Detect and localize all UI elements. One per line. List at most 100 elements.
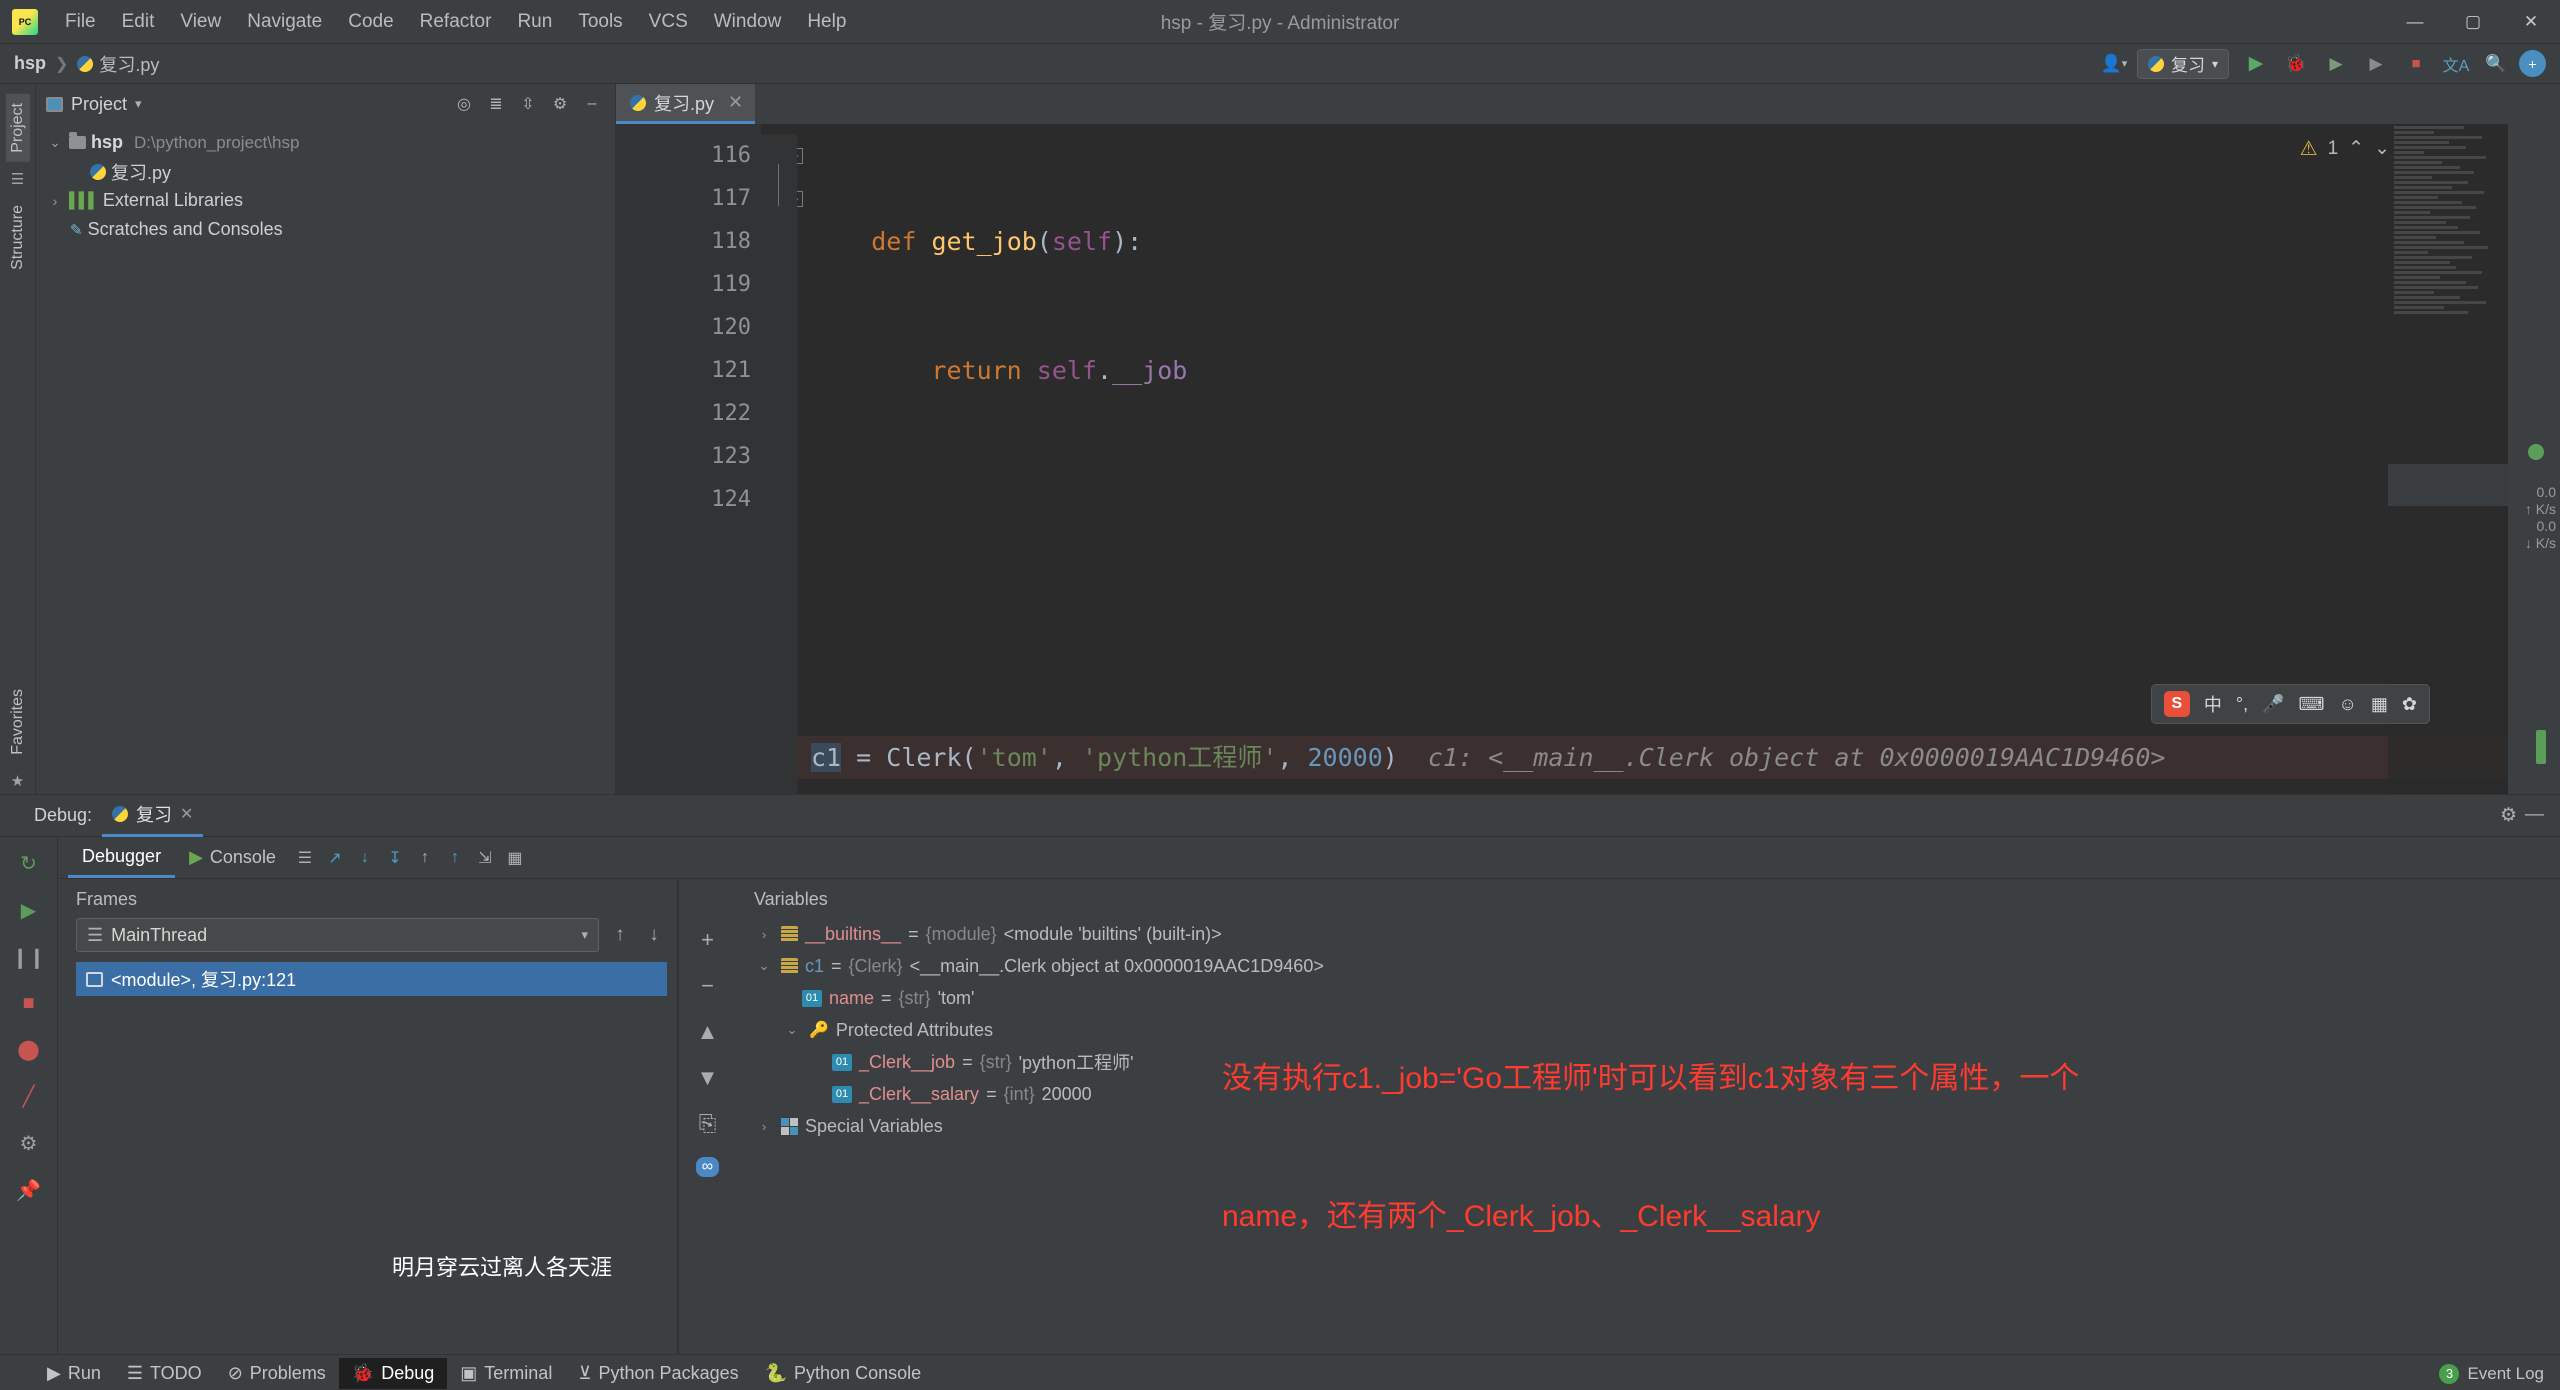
menu-item-window[interactable]: Window xyxy=(701,7,795,37)
variable-row-builtins[interactable]: › __builtins__ = {module} <module 'built… xyxy=(736,918,2560,950)
translate-icon[interactable]: 文A xyxy=(2439,49,2473,79)
commit-icon[interactable]: ☰ xyxy=(11,166,24,192)
twisty-icon[interactable]: › xyxy=(46,193,64,209)
tree-node-scratches[interactable]: ✎ Scratches and Consoles xyxy=(36,215,615,244)
menu-item-help[interactable]: Help xyxy=(794,7,859,37)
user-account-icon[interactable]: 👤 ▾ xyxy=(2097,49,2131,79)
toolwindow-python-console[interactable]: 🐍 Python Console xyxy=(752,1358,935,1389)
twisty-icon[interactable]: ⌄ xyxy=(782,1022,802,1038)
code-editor[interactable]: 116 − 117 − 118 119 120 121 122 123 124 xyxy=(616,124,2560,794)
editor-tab-file[interactable]: 复习.py ✕ xyxy=(616,84,756,124)
maximize-button[interactable]: ▢ xyxy=(2444,0,2502,44)
twisty-icon[interactable]: › xyxy=(754,927,774,942)
step-out-icon[interactable]: ↑ xyxy=(410,845,440,871)
close-button[interactable]: ✕ xyxy=(2502,0,2560,44)
sidebar-tab-project[interactable]: Project xyxy=(5,94,30,162)
tree-node-hsp[interactable]: ⌄ hsp D:\python_project\hsp xyxy=(36,128,615,157)
project-panel-title[interactable]: Project ▾ xyxy=(46,94,142,115)
debug-button[interactable]: 🐞 xyxy=(2279,49,2313,79)
twisty-icon[interactable]: › xyxy=(754,1119,774,1134)
frame-up-icon[interactable]: ↑ xyxy=(607,924,633,946)
run-to-cursor-icon[interactable]: ↑ xyxy=(440,845,470,871)
settings-gear-icon[interactable]: ⚙ xyxy=(2500,804,2517,827)
view-breakpoints-icon[interactable]: ⬤ xyxy=(17,1037,39,1062)
minimize-button[interactable]: — xyxy=(2386,0,2444,44)
ime-mode-label[interactable]: 中 xyxy=(2204,691,2222,717)
twisty-icon[interactable]: ⌄ xyxy=(754,958,774,974)
code-line-120[interactable]: c1 = Clerk('tom', 'python工程师', 20000) c1… xyxy=(797,736,2560,779)
evaluate-expression-icon[interactable]: ⇲ xyxy=(470,845,500,871)
pause-program-icon[interactable]: ❙❙ xyxy=(12,945,46,970)
inspection-status[interactable]: ⚠ 1 ⌃ ⌄ xyxy=(2300,136,2390,161)
prev-problem-icon[interactable]: ⌃ xyxy=(2348,137,2364,160)
breadcrumb-project[interactable]: hsp xyxy=(14,53,46,74)
menu-item-refactor[interactable]: Refactor xyxy=(407,7,505,37)
layout-settings-icon[interactable]: ☰ xyxy=(290,845,320,871)
step-over-icon[interactable]: ↗ xyxy=(320,845,350,871)
scrollbar-thumb[interactable] xyxy=(2536,730,2546,764)
step-into-icon[interactable]: ↓ xyxy=(350,845,380,871)
breadcrumb-file[interactable]: 复习.py xyxy=(77,51,159,77)
toolwindow-problems[interactable]: ⊘ Problems xyxy=(215,1358,339,1389)
move-down-icon[interactable]: ▼ xyxy=(697,1065,719,1091)
avatar[interactable]: + xyxy=(2519,50,2546,77)
close-icon[interactable]: ✕ xyxy=(728,92,743,113)
toolwindow-python-packages[interactable]: ⊻ Python Packages xyxy=(565,1358,751,1389)
resume-program-icon[interactable]: ▶ xyxy=(21,898,36,923)
star-icon[interactable]: ★ xyxy=(11,768,24,794)
sidebar-tab-favorites[interactable]: Favorites xyxy=(6,680,30,764)
ime-apps-icon[interactable]: ▦ xyxy=(2371,694,2388,715)
frame-down-icon[interactable]: ↓ xyxy=(641,924,667,946)
collapse-all-icon[interactable]: ⇳ xyxy=(513,90,543,118)
thread-selector[interactable]: ☰ MainThread ▾ xyxy=(76,918,599,952)
event-count-badge[interactable]: 3 xyxy=(2439,1363,2460,1384)
tab-console[interactable]: ▶ Console xyxy=(175,839,290,876)
pin-icon[interactable]: 📌 xyxy=(16,1178,41,1203)
tree-node-external-libraries[interactable]: › ▌▌▌ External Libraries xyxy=(36,186,615,215)
stop-button[interactable]: ■ xyxy=(2399,49,2433,79)
code-line-117[interactable]: return self.__job xyxy=(797,349,2560,392)
editor-scrollbar[interactable]: 0.0 ↑ K/s 0.0 ↓ K/s xyxy=(2508,124,2560,794)
toolwindow-todo[interactable]: ☰ TODO xyxy=(114,1358,215,1389)
loop-icon[interactable]: ∞ xyxy=(695,1157,720,1177)
profile-button[interactable]: ▶ xyxy=(2359,49,2393,79)
settings-gear-icon[interactable]: ⚙ xyxy=(545,90,575,118)
menu-item-navigate[interactable]: Navigate xyxy=(234,7,335,37)
search-icon[interactable]: 🔍 xyxy=(2479,49,2513,79)
close-icon[interactable]: ✕ xyxy=(180,804,193,824)
toolwindow-run[interactable]: ▶ Run xyxy=(34,1358,114,1389)
move-up-icon[interactable]: ▲ xyxy=(697,1019,719,1045)
toolwindow-debug[interactable]: 🐞 Debug xyxy=(338,1358,448,1389)
mute-breakpoints-icon[interactable]: ╱ xyxy=(22,1084,34,1109)
line-number-gutter[interactable]: 116 − 117 − 118 119 120 121 122 123 124 xyxy=(616,124,803,794)
hide-panel-icon[interactable]: — xyxy=(2525,804,2544,827)
tree-node-file[interactable]: 复习.py xyxy=(36,157,615,186)
menu-item-vcs[interactable]: VCS xyxy=(636,7,701,37)
menu-item-view[interactable]: View xyxy=(167,7,234,37)
rerun-icon[interactable]: ↻ xyxy=(20,851,37,876)
run-configuration-selector[interactable]: 复习 ▾ xyxy=(2136,48,2229,79)
tab-debugger[interactable]: Debugger xyxy=(68,838,176,878)
ime-toolbar[interactable]: S 中 °, 🎤 ⌨ ☺ ▦ ✿ xyxy=(2150,684,2430,724)
add-watch-icon[interactable]: + xyxy=(701,927,714,953)
locate-icon[interactable]: ◎ xyxy=(449,90,479,118)
stop-icon[interactable]: ■ xyxy=(22,992,34,1015)
ime-keyboard-icon[interactable]: ⌨ xyxy=(2299,694,2325,715)
run-with-coverage-button[interactable]: ▶ xyxy=(2319,49,2353,79)
ime-punct-icon[interactable]: °, xyxy=(2236,694,2248,715)
menu-item-edit[interactable]: Edit xyxy=(109,7,168,37)
code-line-118[interactable] xyxy=(797,478,2560,521)
ime-settings-icon[interactable]: ✿ xyxy=(2402,694,2417,715)
settings-gear-icon[interactable]: ⚙ xyxy=(20,1131,38,1156)
minimap-viewport[interactable] xyxy=(2388,464,2508,506)
ime-emoji-icon[interactable]: ☺ xyxy=(2339,694,2357,715)
event-log-label[interactable]: Event Log xyxy=(2467,1364,2544,1384)
force-step-into-icon[interactable]: ↧ xyxy=(380,845,410,871)
variable-row-c1[interactable]: ⌄ c1 = {Clerk} <__main__.Clerk object at… xyxy=(736,950,2560,982)
hide-panel-icon[interactable]: – xyxy=(577,90,607,118)
calculator-icon[interactable]: ▦ xyxy=(500,845,530,871)
menu-item-run[interactable]: Run xyxy=(504,7,565,37)
sidebar-tab-structure[interactable]: Structure xyxy=(6,196,30,279)
toolwindow-terminal[interactable]: ▣ Terminal xyxy=(447,1358,565,1389)
expand-all-icon[interactable]: ≣ xyxy=(481,90,511,118)
